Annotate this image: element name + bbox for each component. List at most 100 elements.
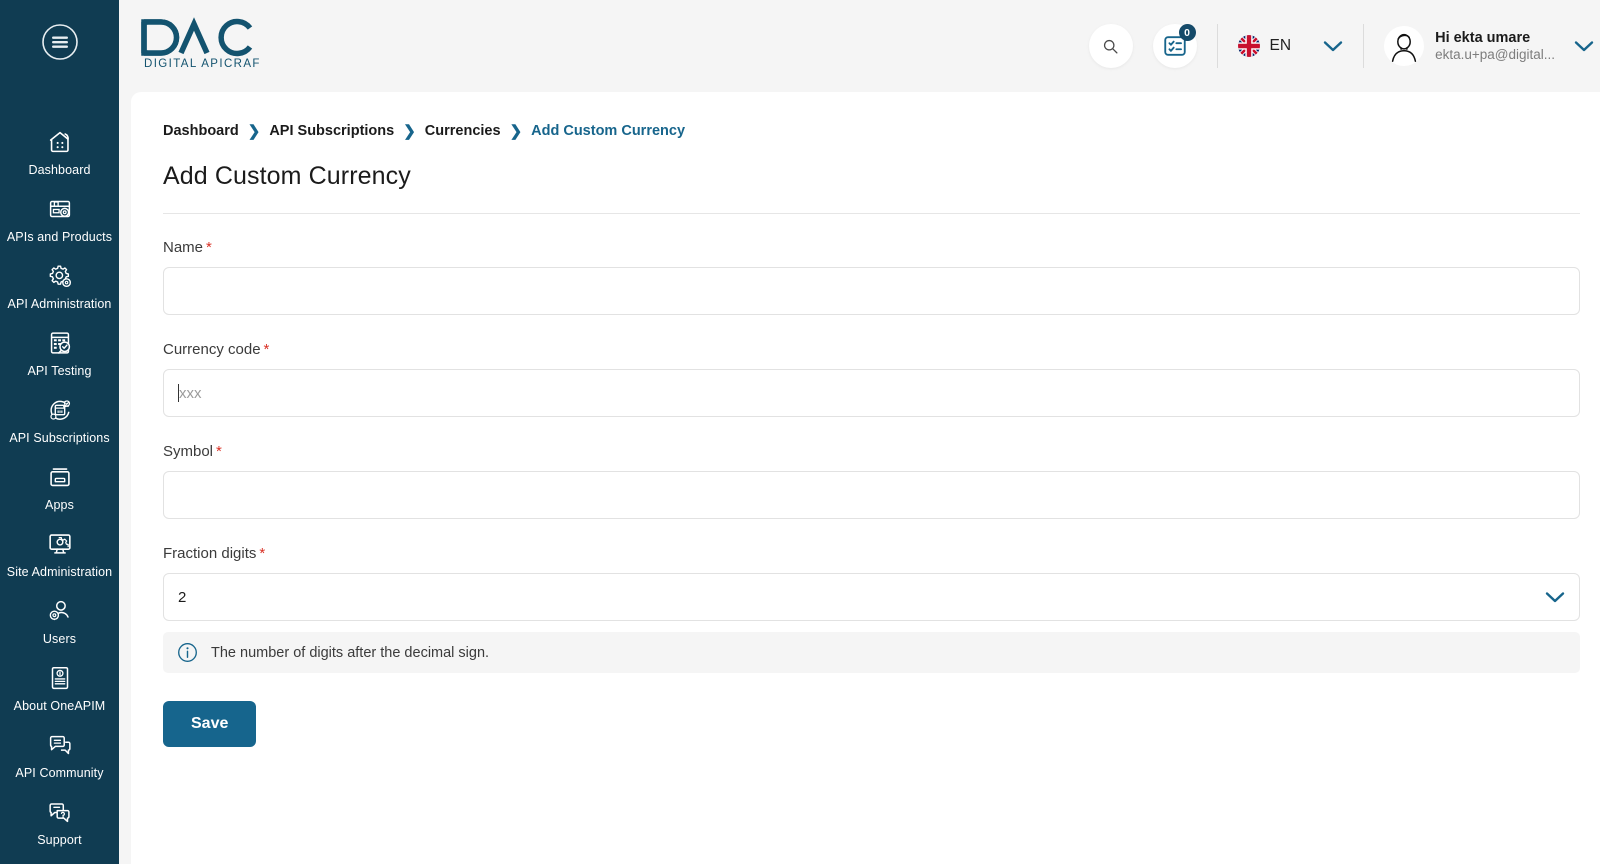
breadcrumb: Dashboard ❯ API Subscriptions ❯ Currenci…: [163, 123, 1580, 139]
field-fraction-digits: Fraction digits * 2 The number of digits…: [163, 545, 1580, 673]
sidebar-item-label: Users: [42, 632, 77, 646]
support-chat-icon: [48, 803, 70, 823]
search-icon: [1103, 39, 1118, 54]
users-icon: [49, 600, 69, 621]
required-asterisk: *: [216, 443, 222, 460]
breadcrumb-separator-icon: ❯: [509, 122, 523, 140]
sidebar-item-apps[interactable]: Apps: [0, 455, 119, 522]
field-symbol: Symbol *: [163, 443, 1580, 519]
sidebar-item-users[interactable]: Users: [0, 589, 119, 656]
fraction-digits-label-text: Fraction digits: [163, 545, 257, 562]
sidebar-item-label: Support: [37, 833, 82, 847]
required-asterisk: *: [263, 341, 270, 358]
breadcrumb-item-currencies[interactable]: Currencies: [425, 123, 501, 139]
save-button[interactable]: Save: [163, 701, 257, 747]
tasks-count-badge: 0: [1178, 24, 1196, 41]
name-label: Name *: [163, 239, 212, 267]
sidebar-item-apis-and-products[interactable]: APIs and Products: [0, 187, 119, 254]
fraction-digits-select[interactable]: 2: [163, 573, 1580, 621]
chevron-down-icon: [1323, 40, 1343, 51]
breadcrumb-separator-icon: ❯: [247, 122, 261, 140]
fraction-digits-label: Fraction digits *: [163, 545, 265, 573]
hamburger-menu-icon: [41, 24, 78, 60]
sidebar-item-label: APIs and Products: [6, 230, 113, 244]
sidebar-item-label: Site Administration: [6, 565, 113, 579]
breadcrumb-item-api-subscriptions[interactable]: API Subscriptions: [269, 123, 394, 139]
breadcrumb-separator-icon: ❯: [403, 122, 416, 140]
sidebar-item-label: API Administration: [7, 297, 112, 311]
apis-products-icon: [49, 200, 70, 218]
sidebar-item-api-subscriptions[interactable]: API Subscriptions: [0, 388, 119, 455]
dashboard-home-icon: [49, 131, 69, 153]
apps-box-icon: [49, 468, 70, 487]
hint-text: The number of digits after the decimal s…: [211, 644, 490, 661]
logo-subtitle-text: DIGITAL APICRAFT: [144, 58, 259, 70]
sidebar-item-dashboard[interactable]: Dashboard: [0, 120, 119, 187]
sidebar: Dashboard APIs and Products API Administ…: [0, 0, 119, 864]
language-code: EN: [1269, 37, 1292, 54]
user-email: ekta.u+pa@digital...: [1435, 46, 1555, 62]
field-currency-code: Currency code * xxx: [163, 341, 1580, 417]
symbol-label-text: Symbol: [163, 443, 214, 460]
menu-toggle-button[interactable]: [38, 20, 82, 64]
sidebar-item-label: API Testing: [27, 364, 92, 378]
currency-code-label-text: Currency code: [163, 341, 261, 358]
currency-code-label: Currency code *: [163, 341, 269, 369]
name-input[interactable]: [163, 267, 1580, 315]
currency-code-input[interactable]: xxx: [163, 369, 1580, 417]
header-divider-2: [1363, 24, 1365, 68]
required-asterisk: *: [206, 239, 212, 256]
sidebar-nav-list: Dashboard APIs and Products API Administ…: [0, 120, 119, 857]
user-greeting: Hi ekta umare: [1435, 29, 1531, 46]
uk-flag-icon: [1237, 35, 1260, 57]
currency-code-placeholder: xxx: [179, 384, 202, 402]
add-custom-currency-form: Name * Currency code * xxx Symbol * Frac…: [163, 214, 1580, 747]
header-divider-1: [1216, 24, 1218, 68]
site-administration-monitor-icon: [48, 534, 71, 554]
sidebar-item-api-community[interactable]: API Community: [0, 723, 119, 790]
user-info: Hi ekta umare ekta.u+pa@digital...: [1435, 29, 1555, 64]
field-name: Name *: [163, 239, 1580, 315]
sidebar-item-label: API Subscriptions: [9, 431, 110, 445]
avatar: [1384, 26, 1425, 66]
dac-logo[interactable]: DIGITAL APICRAFT: [139, 16, 268, 77]
info-circle-icon: [178, 643, 197, 662]
dac-logo-icon: DIGITAL APICRAFT: [141, 16, 268, 70]
symbol-input[interactable]: [163, 471, 1580, 519]
name-label-text: Name: [163, 239, 204, 256]
header-actions: 0 EN Hi ekta umare ekta.u+pa@digital...: [1088, 24, 1594, 68]
sidebar-item-about-oneapim[interactable]: About OneAPIM: [0, 656, 119, 723]
page-title: Add Custom Currency: [163, 162, 411, 190]
user-menu[interactable]: Hi ekta umare ekta.u+pa@digital...: [1384, 26, 1594, 66]
app-root: Dashboard APIs and Products API Administ…: [0, 0, 1600, 864]
about-oneapim-document-icon: [51, 666, 68, 690]
api-testing-icon: [50, 332, 70, 354]
top-header: DIGITAL APICRAFT DAC DIGITAL APICRAFT: [119, 0, 1600, 92]
symbol-label: Symbol *: [163, 443, 222, 471]
api-subscriptions-icon: [49, 400, 70, 420]
sidebar-item-label: Apps: [45, 498, 74, 512]
user-avatar-icon: [1391, 33, 1417, 62]
search-button[interactable]: [1088, 24, 1133, 68]
required-asterisk: *: [259, 545, 266, 562]
sidebar-item-label: About OneAPIM: [13, 699, 106, 713]
api-administration-gear-icon: [49, 265, 71, 288]
sidebar-item-api-testing[interactable]: API Testing: [0, 321, 119, 388]
language-selector[interactable]: EN: [1237, 35, 1344, 57]
chevron-down-icon: [1574, 40, 1594, 51]
api-community-chat-icon: [49, 735, 71, 755]
chevron-down-icon[interactable]: [1545, 591, 1565, 604]
sidebar-item-api-administration[interactable]: API Administration: [0, 254, 119, 321]
sidebar-item-support[interactable]: Support: [0, 790, 119, 857]
tasks-button[interactable]: 0: [1152, 24, 1197, 68]
breadcrumb-item-dashboard[interactable]: Dashboard: [163, 123, 239, 139]
main-area: DIGITAL APICRAFT DAC DIGITAL APICRAFT: [119, 0, 1600, 864]
sidebar-item-label: Dashboard: [28, 163, 91, 177]
sidebar-item-site-administration[interactable]: Site Administration: [0, 522, 119, 589]
fraction-digits-hint: The number of digits after the decimal s…: [163, 632, 1580, 673]
content-card: Dashboard ❯ API Subscriptions ❯ Currenci…: [131, 92, 1600, 864]
breadcrumb-item-add-custom-currency[interactable]: Add Custom Currency: [531, 123, 685, 139]
